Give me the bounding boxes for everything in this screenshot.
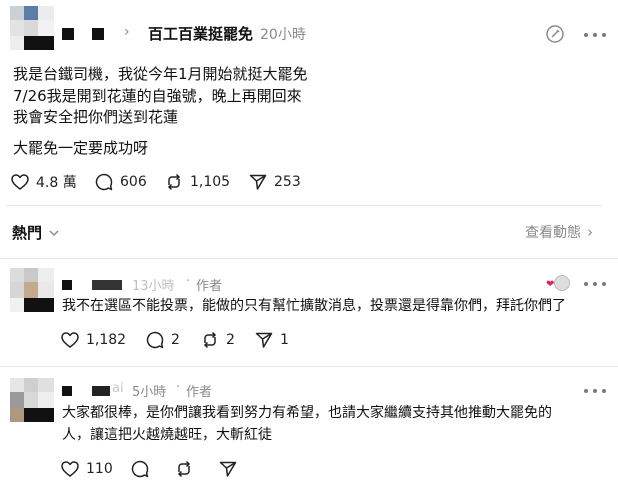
chevron-down-icon — [48, 227, 60, 239]
like-button[interactable]: 4.8 萬 — [10, 172, 77, 192]
comment-count: 2 — [171, 332, 180, 348]
comment-count: 606 — [120, 174, 147, 190]
repost-count: 1,105 — [190, 174, 231, 190]
comment-icon — [145, 330, 165, 350]
like-count: 110 — [86, 461, 113, 477]
heart-icon — [10, 172, 30, 192]
repost-icon — [164, 172, 184, 192]
post-line-4: 大罷免一定要成功呀 — [13, 139, 149, 157]
sort-label: 熱門 — [12, 224, 43, 242]
view-activity-link[interactable]: 查看動態 › — [525, 222, 593, 242]
post-time: 20小時 — [260, 27, 306, 43]
redacted-name-block — [62, 386, 72, 396]
reply-divider — [0, 366, 618, 367]
author-tag: 作者 — [186, 385, 213, 400]
share-icon — [254, 330, 274, 350]
redacted-name-block — [92, 386, 110, 396]
share-button[interactable]: 1 — [254, 330, 289, 350]
post-line-2: 7/26我是開到花蓮的自強號，晚上再開回來 — [13, 87, 302, 105]
comment-button[interactable]: 2 — [145, 330, 180, 350]
redacted-name-block — [92, 28, 104, 40]
reply-time: 5小時 — [132, 385, 167, 400]
more-icon[interactable] — [584, 29, 606, 41]
reply-dot-separator: · — [186, 274, 191, 289]
reply-text: 我不在選區不能投票，能做的只有幫忙擴散消息，投票還是得靠你們，拜託你們了 — [62, 298, 566, 314]
repost-icon — [174, 459, 194, 479]
share-icon — [218, 459, 238, 479]
like-count: 4.8 萬 — [36, 175, 77, 191]
redacted-name-block — [92, 280, 122, 290]
share-button[interactable] — [218, 459, 238, 479]
post-line-3: 我會安全把你們送到花蓮 — [13, 108, 179, 126]
reply-avatar[interactable] — [10, 268, 54, 312]
post-username[interactable]: 百工百業挺罷免 — [148, 23, 253, 44]
repost-count: 2 — [226, 332, 235, 348]
more-icon[interactable] — [584, 278, 606, 290]
reply-dot-separator: · — [176, 380, 181, 395]
like-button[interactable]: 110 — [60, 459, 113, 479]
chevron-right-icon: › — [587, 223, 593, 241]
redacted-name-block — [62, 280, 72, 290]
edit-icon[interactable] — [545, 24, 565, 44]
repost-icon — [200, 330, 220, 350]
author-tag: 作者 — [196, 279, 223, 294]
comment-icon — [94, 172, 114, 192]
reply-avatar[interactable] — [10, 378, 54, 422]
share-count: 1 — [280, 332, 289, 348]
reacted-avatar: ❤ — [546, 275, 570, 293]
header-divider — [0, 258, 618, 259]
reply-text-line-1: 大家都很棒，是你們讓我看到努力有希望，也請大家繼續支持其他推動大罷免的 — [62, 405, 552, 421]
heart-icon — [60, 459, 80, 479]
share-button[interactable]: 253 — [248, 172, 301, 192]
post-avatar[interactable] — [10, 6, 54, 50]
chevron-right-icon: › — [124, 24, 130, 40]
reply-name-suffix: ai — [112, 381, 124, 396]
comment-button[interactable]: 606 — [94, 172, 147, 192]
comment-button[interactable] — [130, 459, 150, 479]
like-button[interactable]: 1,182 — [60, 330, 126, 350]
sort-dropdown[interactable]: 熱門 — [12, 222, 60, 243]
post-line-1: 我是台鐵司機，我從今年1月開始就挺大罷免 — [13, 65, 308, 83]
reply-time: 13小時 — [132, 279, 175, 294]
view-activity-label: 查看動態 — [525, 225, 581, 241]
repost-button[interactable]: 2 — [200, 330, 235, 350]
redacted-name-block — [62, 28, 74, 40]
comment-icon — [130, 459, 150, 479]
heart-icon — [60, 330, 80, 350]
repost-button[interactable]: 1,105 — [164, 172, 230, 192]
more-icon[interactable] — [584, 385, 606, 397]
reply-text-line-2: 人，讓這把火越燒越旺，大斬紅徒 — [62, 427, 272, 443]
post-divider — [6, 205, 602, 206]
share-icon — [248, 172, 268, 192]
share-count: 253 — [274, 174, 301, 190]
like-count: 1,182 — [86, 332, 127, 348]
repost-button[interactable] — [174, 459, 194, 479]
